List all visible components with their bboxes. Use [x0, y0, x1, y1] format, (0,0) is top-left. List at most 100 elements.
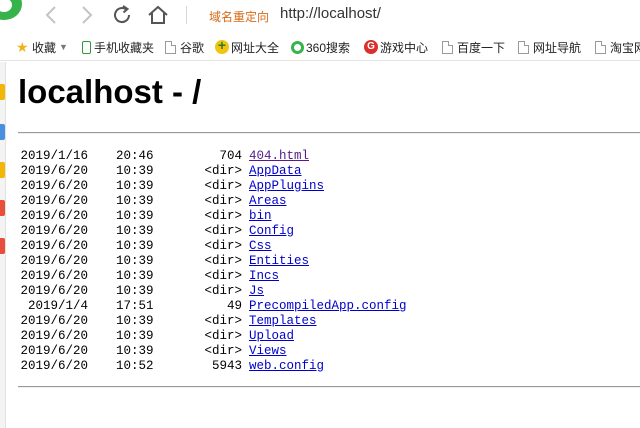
entry-date: 2019/6/20: [20, 179, 88, 193]
entry-size: <dir>: [204, 194, 242, 208]
entry-time: 10:39: [116, 284, 154, 298]
bookmark-360-search[interactable]: 360搜索: [291, 38, 350, 56]
redirect-label[interactable]: 域名重定向: [209, 8, 269, 25]
entry-time: 10:39: [116, 344, 154, 358]
listing-row: 2019/6/20 10:39 <dir> AppData: [0, 164, 640, 179]
entry-size: <dir>: [204, 254, 242, 268]
entry-size: <dir>: [204, 284, 242, 298]
entry-time: 10:39: [116, 269, 154, 283]
entry-link[interactable]: AppData: [249, 164, 302, 179]
home-button[interactable]: [146, 3, 170, 27]
entry-time: 10:39: [116, 209, 154, 223]
entry-link[interactable]: Js: [249, 284, 264, 299]
bookmark-label: 网址导航: [533, 40, 582, 55]
entry-time: 20:46: [116, 149, 154, 163]
listing-row: 2019/6/20 10:39 <dir> AppPlugins: [0, 179, 640, 194]
bookmark-label: 360搜索: [306, 40, 351, 55]
bookmark-label: 谷歌: [180, 40, 205, 55]
bookmark-url-navigation[interactable]: 网址导航: [518, 38, 581, 56]
entry-date: 2019/1/16: [20, 149, 88, 163]
listing-row: 2019/6/20 10:39 <dir> Upload: [0, 329, 640, 344]
entry-link[interactable]: Incs: [249, 269, 279, 284]
entry-date: 2019/6/20: [20, 224, 88, 238]
entry-time: 10:39: [116, 164, 154, 178]
entry-date: 2019/6/20: [20, 254, 88, 268]
bookmark-mobile-favorites[interactable]: 手机收藏夹: [82, 38, 154, 56]
entry-link[interactable]: Config: [249, 224, 294, 239]
entry-size: <dir>: [204, 209, 242, 223]
entry-link[interactable]: Css: [249, 239, 272, 254]
game-center-icon: [364, 40, 378, 54]
entry-date: 2019/6/20: [20, 269, 88, 283]
listing-row: 2019/1/16 20:46 704 404.html: [0, 149, 640, 164]
page-title: localhost - /: [18, 73, 202, 110]
bookmark-favorites[interactable]: ★ 收藏 ▼: [16, 38, 68, 56]
entry-size: <dir>: [204, 164, 242, 178]
divider: [18, 386, 640, 388]
listing-row: 2019/6/20 10:39 <dir> Views: [0, 344, 640, 359]
forward-button[interactable]: [74, 3, 98, 27]
chevron-right-icon: [82, 6, 93, 24]
entry-link[interactable]: web.config: [249, 359, 324, 374]
sidebar-marker[interactable]: [0, 124, 5, 140]
listing-row: 2019/6/20 10:39 <dir> Config: [0, 224, 640, 239]
chevron-down-icon: ▼: [59, 42, 68, 52]
entry-link[interactable]: 404.html: [249, 149, 309, 164]
entry-date: 2019/1/4: [27, 299, 88, 313]
bookmark-label: 游戏中心: [380, 40, 429, 55]
entry-time: 10:39: [116, 224, 154, 238]
entry-date: 2019/6/20: [20, 344, 88, 358]
address-bar: 域名重定向 http://localhost/: [0, 0, 640, 32]
web-directory-icon: [215, 37, 229, 54]
entry-size: 704: [219, 149, 242, 163]
bookmark-label: 收藏: [32, 40, 57, 55]
home-icon: [148, 5, 168, 24]
entry-date: 2019/6/20: [20, 164, 88, 178]
entry-link[interactable]: Areas: [249, 194, 287, 209]
page-icon: [595, 40, 606, 54]
bookmark-taobao[interactable]: 淘宝网: [595, 38, 640, 56]
listing-row: 2019/6/20 10:39 <dir> Areas: [0, 194, 640, 209]
entry-link[interactable]: bin: [249, 209, 272, 224]
entry-size: 5943: [211, 359, 242, 373]
bookmark-label: 淘宝网: [610, 40, 640, 55]
bookmark-google[interactable]: 谷歌: [165, 38, 204, 56]
entry-link[interactable]: Entities: [249, 254, 309, 269]
sidebar-marker[interactable]: [0, 84, 5, 100]
address-separator: [186, 6, 187, 24]
listing-row: 2019/6/20 10:39 <dir> Templates: [0, 314, 640, 329]
listing-row: 2019/6/20 10:39 <dir> bin: [0, 209, 640, 224]
bookmark-game-center[interactable]: 游戏中心: [364, 38, 428, 56]
entry-link[interactable]: AppPlugins: [249, 179, 324, 194]
entry-size: <dir>: [204, 269, 242, 283]
entry-time: 10:39: [116, 314, 154, 328]
entry-link[interactable]: PrecompiledApp.config: [249, 299, 407, 314]
listing-row: 2019/6/20 10:39 <dir> Entities: [0, 254, 640, 269]
entry-date: 2019/6/20: [20, 329, 88, 343]
bookmark-baidu[interactable]: 百度一下: [442, 38, 505, 56]
entry-size: <dir>: [204, 314, 242, 328]
listing-row: 2019/6/20 10:39 <dir> Js: [0, 284, 640, 299]
entry-date: 2019/6/20: [20, 314, 88, 328]
entry-link[interactable]: Upload: [249, 329, 294, 344]
listing-row: 2019/6/20 10:39 <dir> Css: [0, 239, 640, 254]
listing-row: 2019/1/4 17:51 49 PrecompiledApp.config: [0, 299, 640, 314]
refresh-button[interactable]: [110, 3, 134, 27]
listing-row: 2019/6/20 10:52 5943 web.config: [0, 359, 640, 374]
entry-link[interactable]: Views: [249, 344, 287, 359]
divider: [18, 132, 640, 134]
entry-date: 2019/6/20: [20, 194, 88, 208]
entry-date: 2019/6/20: [20, 284, 88, 298]
entry-size: 49: [226, 299, 242, 313]
back-button[interactable]: [40, 3, 64, 27]
directory-listing: 2019/1/16 20:46 704 404.html 2019/6/20 10:39 <…: [0, 149, 640, 374]
bookmark-web-directory[interactable]: 网址大全: [215, 37, 279, 56]
entry-time: 17:51: [116, 299, 154, 313]
entry-time: 10:52: [116, 359, 154, 373]
entry-time: 10:39: [116, 179, 154, 193]
listing-row: 2019/6/20 10:39 <dir> Incs: [0, 269, 640, 284]
entry-date: 2019/6/20: [20, 209, 88, 223]
star-icon: ★: [16, 39, 29, 55]
entry-link[interactable]: Templates: [249, 314, 317, 329]
url-field[interactable]: http://localhost/: [280, 5, 381, 22]
